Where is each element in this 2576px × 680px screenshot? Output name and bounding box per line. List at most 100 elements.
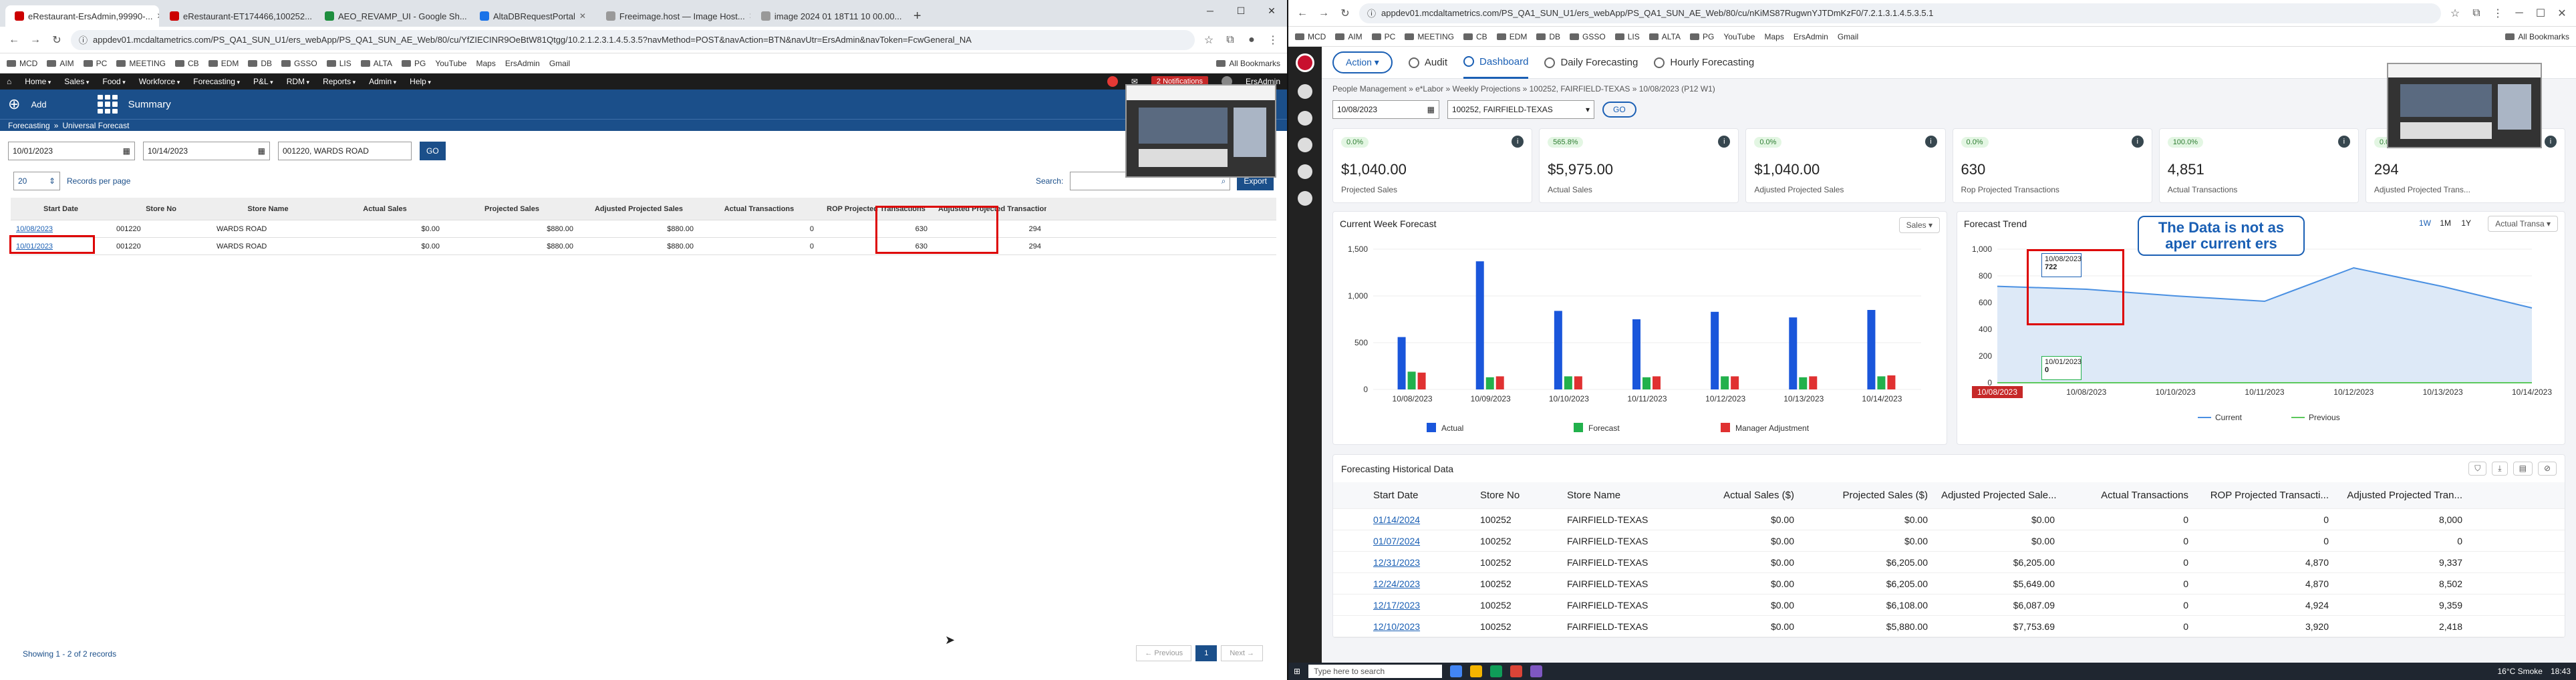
column-header[interactable]: Adjusted Projected Tran...	[2335, 490, 2469, 501]
taskbar-app-icon[interactable]	[1510, 665, 1523, 677]
trend-metric-select[interactable]: Actual Transa ▾	[2488, 216, 2558, 232]
taskbar-app-icon[interactable]	[1490, 665, 1503, 677]
menu-help[interactable]: Help	[410, 77, 431, 86]
bookmark-star-icon[interactable]: ☆	[2448, 7, 2462, 20]
store-select[interactable]: 100252, FAIRFIELD-TEXAS ▾	[1447, 100, 1594, 119]
column-header[interactable]: Store Name	[211, 205, 325, 213]
info-icon[interactable]: i	[1512, 136, 1524, 148]
bookmark-item[interactable]: ALTA	[1649, 32, 1681, 41]
browser-menu-icon[interactable]: ⋮	[2490, 7, 2505, 20]
summary-grid-icon[interactable]	[97, 95, 118, 114]
bookmark-item[interactable]: PG	[402, 59, 426, 68]
bookmark-item[interactable]: LIS	[1615, 32, 1640, 41]
home-icon[interactable]	[1298, 84, 1312, 99]
bookmark-gmail[interactable]: Gmail	[1838, 32, 1858, 41]
clock[interactable]: 18:43	[2551, 667, 2571, 676]
bookmark-item[interactable]: CB	[175, 59, 199, 68]
browser-tab[interactable]: AltaDBRequestPortal ✕	[470, 5, 595, 27]
calendar-icon[interactable]: ▦	[258, 146, 265, 156]
menu-reports[interactable]: Reports	[323, 77, 355, 86]
page-1-button[interactable]: 1	[1195, 645, 1218, 661]
maximize-icon[interactable]: ☐	[1226, 0, 1256, 21]
bookmark-youtube[interactable]: YouTube	[435, 59, 466, 68]
tab-daily-forecasting[interactable]: Daily Forecasting	[1544, 47, 1638, 79]
bookmark-item[interactable]: LIS	[327, 59, 351, 68]
start-date-link[interactable]: 01/14/2024	[1373, 514, 1420, 525]
download-icon[interactable]: ⤓	[2492, 462, 2508, 476]
search-icon[interactable]	[1107, 76, 1118, 87]
forward-icon[interactable]: →	[1316, 7, 1331, 19]
bookmark-star-icon[interactable]: ☆	[1201, 33, 1216, 47]
taskbar-search[interactable]: Type here to search	[1308, 665, 1443, 678]
url-input[interactable]: ⓘ appdev01.mcdaltametrics.com/PS_QA1_SUN_…	[1359, 3, 2441, 23]
menu-forecasting[interactable]: Forecasting	[193, 77, 240, 86]
bookmark-item[interactable]: GSSO	[1570, 32, 1606, 41]
column-header[interactable]: Store No	[111, 205, 211, 213]
bookmark-item[interactable]: PC	[1372, 32, 1396, 41]
back-icon[interactable]: ←	[7, 34, 21, 46]
column-header[interactable]: Projected Sales ($)	[1801, 490, 1935, 501]
bookmark-item[interactable]: ALTA	[361, 59, 392, 68]
add-icon[interactable]: ⊕	[8, 96, 20, 113]
column-header[interactable]: Start Date	[1333, 490, 1473, 501]
bookmark-maps[interactable]: Maps	[1764, 32, 1783, 41]
menu-pl[interactable]: P&L	[253, 77, 273, 86]
column-header[interactable]: Actual Sales	[325, 205, 445, 213]
start-date-link[interactable]: 10/08/2023	[16, 225, 53, 233]
settings-icon[interactable]	[1298, 164, 1312, 179]
people-icon[interactable]	[1298, 138, 1312, 152]
column-header[interactable]: Start Date	[11, 205, 111, 213]
url-input[interactable]: ⓘ appdev01.mcdaltametrics.com/PS_QA1_SUN_…	[71, 29, 1195, 50]
column-header[interactable]: Actual Transactions	[2061, 490, 2195, 501]
reload-icon[interactable]: ↻	[49, 33, 64, 47]
bookmark-ersadmin[interactable]: ErsAdmin	[505, 59, 540, 68]
browser-tab[interactable]: eRestaurant-ET174466,100252...✕	[160, 5, 314, 27]
info-icon[interactable]: i	[1718, 136, 1731, 148]
info-icon[interactable]: i	[1924, 136, 1937, 148]
start-date-link[interactable]: 12/31/2023	[1373, 557, 1420, 568]
bookmark-item[interactable]: CB	[1463, 32, 1487, 41]
bookmark-item[interactable]: AIM	[47, 59, 74, 68]
info-icon[interactable]: i	[2131, 136, 2144, 148]
bookmark-item[interactable]: EDM	[1497, 32, 1528, 41]
menu-workforce[interactable]: Workforce	[139, 77, 180, 86]
extensions-icon[interactable]: ⧉	[1223, 34, 1238, 46]
site-info-icon[interactable]: ⓘ	[1367, 7, 1376, 19]
calendar-icon[interactable]: ▦	[1427, 105, 1435, 114]
week-metric-select[interactable]: Sales ▾	[1898, 217, 1940, 233]
end-date-input[interactable]: 10/14/2023 ▦	[143, 142, 270, 160]
menu-home[interactable]: Home	[25, 77, 51, 86]
next-button[interactable]: Next →	[1221, 645, 1263, 661]
folder-icon[interactable]	[1470, 665, 1483, 677]
range-1m-button[interactable]: 1M	[2440, 218, 2451, 228]
go-button[interactable]: GO	[420, 142, 446, 160]
all-bookmarks[interactable]: All Bookmarks	[2505, 32, 2569, 41]
tab-dashboard[interactable]: Dashboard	[1463, 47, 1529, 79]
new-tab-icon[interactable]: +	[907, 5, 928, 27]
taskbar-app-icon[interactable]	[1450, 665, 1463, 677]
minimize-icon[interactable]: ─	[1195, 0, 1226, 21]
bookmark-item[interactable]: PC	[84, 59, 108, 68]
info-icon[interactable]: i	[2545, 136, 2557, 148]
clear-filter-icon[interactable]: ⊘	[2537, 462, 2557, 476]
range-1w-button[interactable]: 1W	[2419, 218, 2431, 228]
bookmark-ersadmin[interactable]: ErsAdmin	[1794, 32, 1828, 41]
browser-tab[interactable]: eRestaurant-ErsAdmin,99990-...✕	[5, 5, 159, 27]
browser-tab[interactable]: AEO_REVAMP_UI - Google Sh...✕	[315, 5, 469, 27]
column-header[interactable]: Store Name	[1560, 490, 1674, 501]
filter-icon[interactable]: ⛉	[2468, 462, 2487, 476]
close-icon[interactable]: ✕	[749, 11, 750, 21]
column-header[interactable]: Projected Sales	[445, 205, 579, 213]
info-icon[interactable]: i	[2337, 136, 2350, 148]
back-icon[interactable]: ←	[1295, 7, 1310, 19]
forward-icon[interactable]: →	[28, 34, 43, 46]
windows-start-icon[interactable]: ⊞	[1294, 667, 1300, 676]
bookmark-item[interactable]: DB	[248, 59, 272, 68]
extensions-icon[interactable]: ⧉	[2469, 7, 2484, 19]
bookmark-item[interactable]: GSSO	[281, 59, 317, 68]
bookmark-item[interactable]: MEETING	[1405, 32, 1454, 41]
taskbar-app-icon[interactable]	[1530, 665, 1543, 677]
range-1y-button[interactable]: 1Y	[2461, 218, 2471, 228]
previous-button[interactable]: ← Previous	[1136, 645, 1192, 661]
browser-menu-icon[interactable]: ⋮	[1266, 33, 1280, 47]
